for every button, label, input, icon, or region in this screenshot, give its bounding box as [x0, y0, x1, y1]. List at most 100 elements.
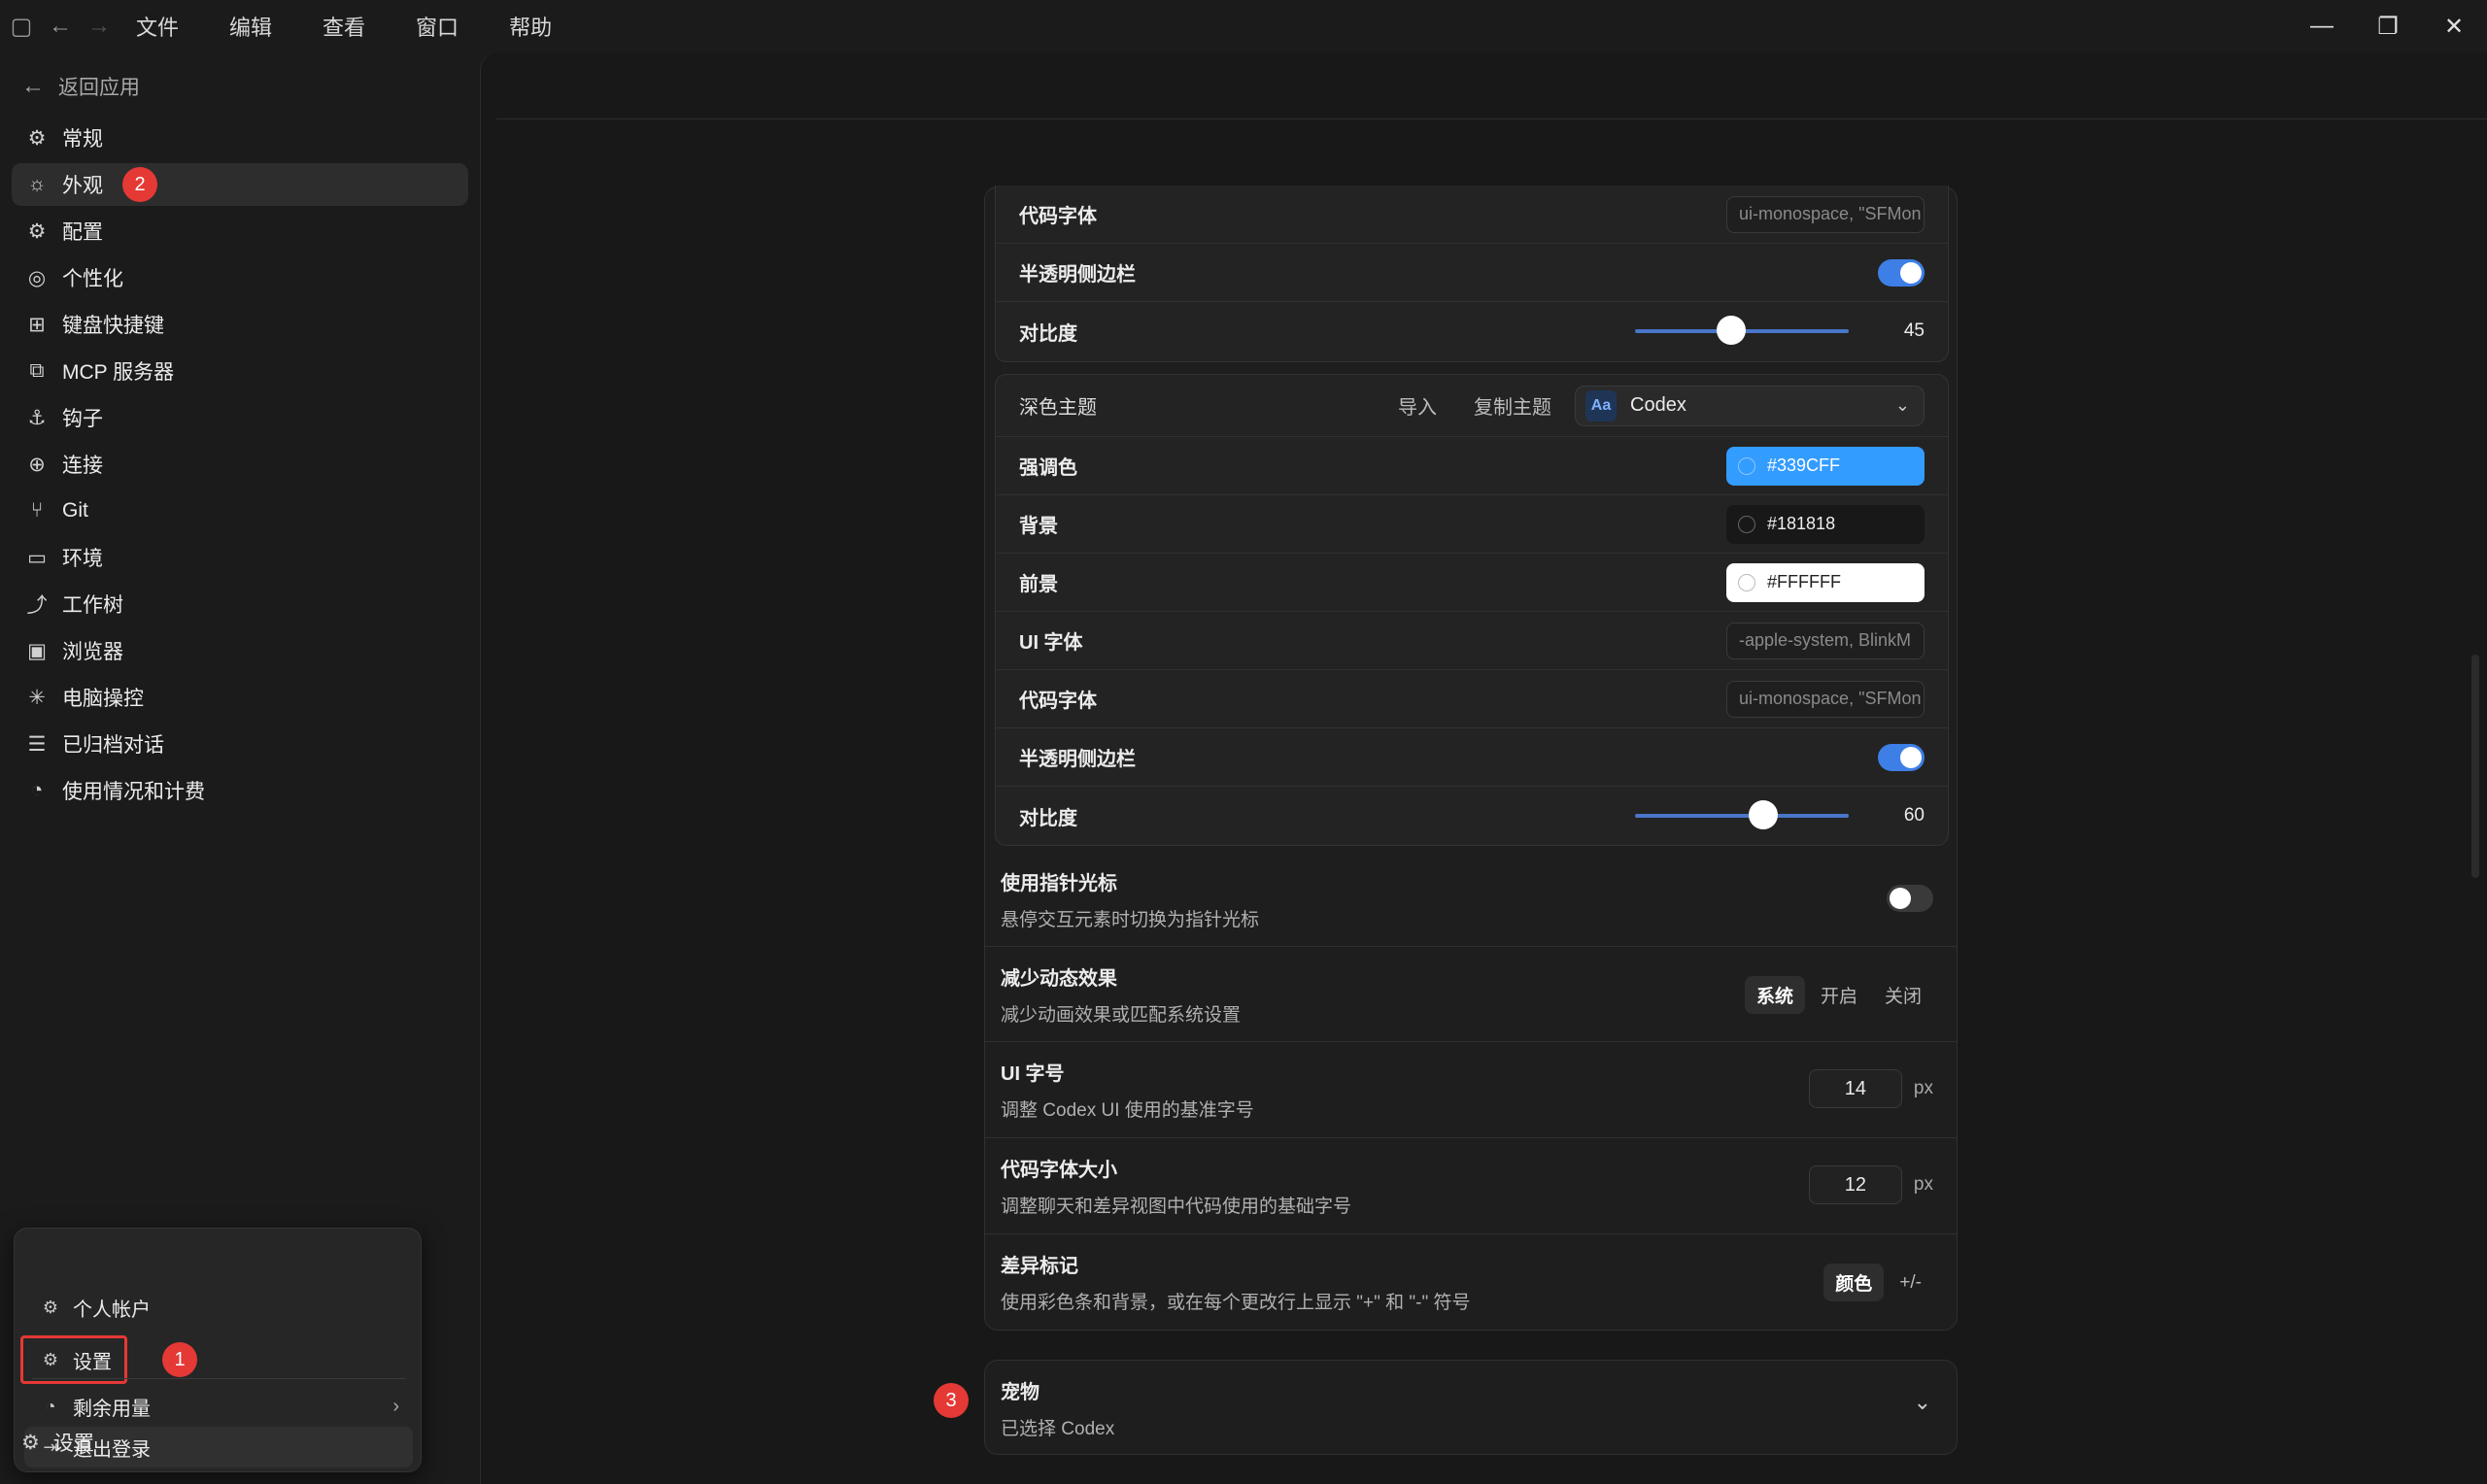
anchor-icon: ⚓ [27, 406, 47, 429]
minimize-icon[interactable]: — [2289, 0, 2355, 52]
color-value: #FFFFFF [1767, 572, 1841, 591]
sidebar-item-environment[interactable]: ▭ 环境 [12, 536, 468, 579]
color-swatch-icon [1738, 456, 1755, 475]
row-label: 强调色 [1019, 457, 1077, 479]
pointer-cursor-row: 使用指针光标 悬停交互元素时切换为指针光标 [985, 852, 1957, 947]
settings-nav: ⚙ 常规 ☼ 外观 2 ⚙ 配置 ◎ 个性化 ⊞ 键盘快捷键 ⧉ MCP 服务器 ⚓ 钩子 ⊕ 连… [12, 117, 468, 816]
motion-option-system[interactable]: 系统 [1744, 976, 1805, 1014]
dark-contrast-row: 对比度 60 [996, 787, 1948, 845]
slider-knob[interactable] [1749, 800, 1778, 829]
sidebar-item-personalization[interactable]: ◎ 个性化 [12, 256, 468, 299]
gear-icon: ⚙ [21, 1431, 40, 1454]
back-arrow-icon[interactable]: ← [41, 7, 80, 46]
archive-icon: ☰ [27, 732, 47, 756]
sidebar-item-keyboard-shortcuts[interactable]: ⊞ 键盘快捷键 [12, 303, 468, 346]
row-label: 前景 [1019, 574, 1058, 595]
menu-item-remaining-usage[interactable]: ◔ 剩余用量 › [24, 1386, 413, 1427]
sidebar-item-usage-billing[interactable]: ◔ 使用情况和计费 [12, 769, 468, 812]
sidebar-item-worktree[interactable]: ⤴ 工作树 [12, 583, 468, 625]
pet-card[interactable]: 宠物 已选择 Codex ⌄ [984, 1360, 1958, 1455]
import-theme-button[interactable]: 导入 [1398, 391, 1437, 420]
chevron-down-icon[interactable]: ⌄ [1914, 1390, 1931, 1415]
accent-color-picker[interactable]: #339CFF [1726, 446, 1925, 486]
slider-knob[interactable] [1717, 316, 1746, 345]
motion-option-on[interactable]: 开启 [1809, 976, 1869, 1014]
menu-item-account[interactable]: ⚙ 个人帐户 [24, 1287, 413, 1328]
sidebar-item-browser[interactable]: ▣ 浏览器 [12, 629, 468, 672]
ui-font-size-input[interactable]: 14 [1808, 1069, 1902, 1108]
annotation-badge-1: 1 [162, 1342, 197, 1377]
pointer-cursor-toggle[interactable] [1887, 885, 1933, 912]
sidebar-item-mcp-servers[interactable]: ⧉ MCP 服务器 [12, 350, 468, 392]
contrast-value: 45 [1903, 320, 1925, 341]
menu-help[interactable]: 帮助 [509, 11, 552, 42]
sidebar-item-archived[interactable]: ☰ 已归档对话 [12, 723, 468, 765]
dark-translucent-sidebar-row: 半透明侧边栏 [996, 728, 1948, 787]
bottom-settings-label: 设置 [52, 1433, 94, 1455]
sidebar-item-computer-use[interactable]: ✳ 电脑操控 [12, 676, 468, 719]
sidebar-item-connections[interactable]: ⊕ 连接 [12, 443, 468, 486]
dark-translucent-toggle[interactable] [1878, 743, 1925, 771]
dark-contrast-slider[interactable] [1635, 800, 1849, 829]
motion-option-off[interactable]: 关闭 [1873, 976, 1933, 1014]
menu-item-settings[interactable]: ⚙ 设置 1 [24, 1339, 413, 1380]
row-title: UI 字号 [1001, 1063, 1065, 1085]
row-label: UI 字体 [1019, 632, 1083, 654]
menu-window[interactable]: 窗口 [416, 11, 459, 42]
back-to-app-link[interactable]: ← 返回应用 [21, 72, 140, 101]
appearance-card: 代码字体 ui-monospace, "SFMon 半透明侧边栏 对比度 45 … [984, 186, 1958, 1331]
dark-theme-header-row: 深色主题 导入 复制主题 Aa Codex ⌄ [996, 375, 1948, 437]
sidebar-toggle-icon[interactable]: ▢ [2, 7, 41, 46]
menu-file[interactable]: 文件 [136, 11, 179, 42]
scrollbar[interactable] [2471, 655, 2479, 878]
color-value: #339CFF [1767, 455, 1841, 475]
light-theme-section: 代码字体 ui-monospace, "SFMon 半透明侧边栏 对比度 45 [995, 186, 1949, 362]
row-label: 对比度 [1019, 807, 1077, 829]
ui-font-input[interactable]: -apple-system, BlinkM [1726, 622, 1925, 659]
menu-view[interactable]: 查看 [323, 11, 365, 42]
diff-option-color[interactable]: 颜色 [1823, 1264, 1885, 1301]
globe-icon: ⊕ [28, 453, 46, 476]
sidebar-item-label: 工作树 [62, 594, 123, 617]
keyboard-icon: ⊞ [28, 313, 46, 336]
foreground-color-picker[interactable]: #FFFFFF [1726, 562, 1925, 602]
row-description: 悬停交互元素时切换为指针光标 [1001, 909, 1260, 930]
forward-arrow-icon[interactable]: → [80, 7, 119, 46]
sidebar-item-hooks[interactable]: ⚓ 钩子 [12, 396, 468, 439]
menu-item-label: 设置 [73, 1351, 112, 1373]
sidebar-item-general[interactable]: ⚙ 常规 [12, 117, 468, 159]
restore-icon[interactable]: ❐ [2355, 0, 2421, 52]
light-code-font-input[interactable]: ui-monospace, "SFMon [1726, 195, 1925, 233]
sidebar-item-appearance[interactable]: ☼ 外观 2 [12, 163, 468, 206]
sidebar-item-label: MCP 服务器 [62, 361, 175, 384]
close-icon[interactable]: ✕ [2421, 0, 2487, 52]
font-aa-icon: Aa [1585, 389, 1617, 422]
menu-item-label: 个人帐户 [73, 1298, 151, 1321]
sidebar-item-label: 浏览器 [62, 641, 123, 663]
background-color-picker[interactable]: #181818 [1726, 504, 1925, 544]
sidebar-item-config[interactable]: ⚙ 配置 [12, 210, 468, 253]
row-description: 减少动画效果或匹配系统设置 [1001, 1004, 1242, 1026]
light-translucent-toggle[interactable] [1878, 258, 1925, 287]
annotation-badge-2: 2 [122, 167, 157, 202]
copy-theme-button[interactable]: 复制主题 [1474, 391, 1551, 420]
dark-code-font-input[interactable]: ui-monospace, "SFMon [1726, 680, 1925, 718]
settings-sidebar: ← 返回应用 ⚙ 常规 ☼ 外观 2 ⚙ 配置 ◎ 个性化 ⊞ 键盘快捷键 ⧉ MCP 服务器… [0, 52, 478, 1484]
light-contrast-slider[interactable] [1635, 316, 1849, 345]
back-arrow-icon: ← [21, 73, 45, 99]
light-translucent-sidebar-row: 半透明侧边栏 [996, 244, 1948, 302]
row-label: 背景 [1019, 516, 1058, 537]
dark-theme-title: 深色主题 [1019, 397, 1097, 419]
chevron-down-icon: ⌄ [1894, 395, 1910, 415]
code-font-size-input[interactable]: 12 [1808, 1165, 1902, 1204]
background-color-row: 背景 #181818 [996, 495, 1948, 554]
git-branch-icon: ⑂ [30, 499, 44, 522]
theme-select[interactable]: Aa Codex ⌄ [1575, 385, 1925, 426]
back-to-app-label: 返回应用 [58, 77, 140, 99]
color-value: #181818 [1767, 514, 1836, 533]
menu-edit[interactable]: 编辑 [229, 11, 272, 42]
sidebar-item-git[interactable]: ⑂ Git [12, 489, 468, 532]
diff-option-plusminus[interactable]: +/- [1888, 1266, 1933, 1299]
sidebar-item-label: 已归档对话 [62, 734, 164, 757]
bottom-settings-button[interactable]: ⚙ 设置 [21, 1428, 94, 1457]
